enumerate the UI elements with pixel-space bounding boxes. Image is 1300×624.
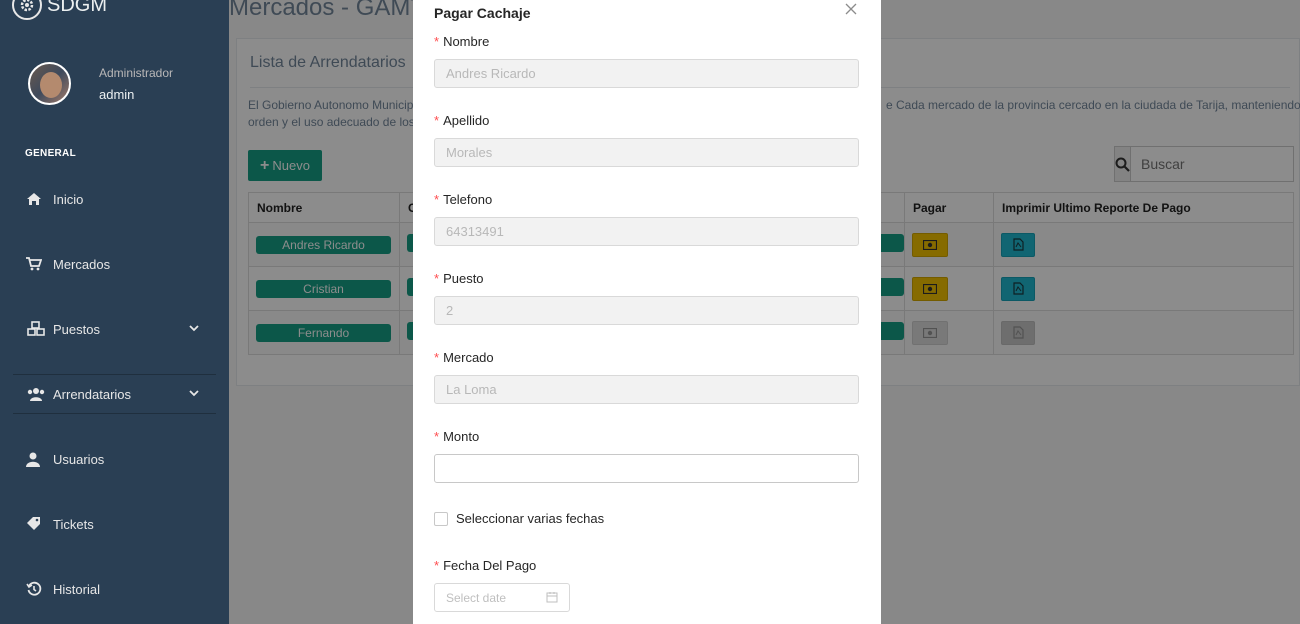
calendar-icon bbox=[546, 591, 558, 606]
label-nombre: * Nombre bbox=[434, 34, 490, 49]
label-apellido: * Apellido bbox=[434, 113, 490, 128]
sidebar-item-label: Mercados bbox=[53, 256, 111, 272]
users-icon bbox=[26, 386, 46, 402]
chevron-down-icon bbox=[189, 323, 199, 335]
label-telefono: * Telefono bbox=[434, 192, 493, 207]
sidebar-item-puestos[interactable]: Puestos bbox=[0, 309, 229, 349]
menu-section-title: GENERAL bbox=[25, 148, 76, 159]
sidebar-item-label: Tickets bbox=[53, 516, 94, 532]
sidebar-item-label: Inicio bbox=[53, 191, 84, 207]
multi-date-option[interactable]: Seleccionar varias fechas bbox=[434, 511, 604, 526]
tag-icon bbox=[26, 516, 46, 532]
apellido-field[interactable]: Morales bbox=[434, 138, 859, 167]
date-placeholder: Select date bbox=[446, 590, 507, 605]
chevron-down-icon bbox=[189, 388, 199, 400]
sidebar-item-label: Arrendatarios bbox=[53, 386, 132, 402]
user-icon bbox=[26, 451, 46, 467]
sidebar-item-tickets[interactable]: Tickets bbox=[0, 504, 229, 544]
label-fecha-pago: * Fecha Del Pago bbox=[434, 558, 537, 573]
profile-name: admin bbox=[99, 86, 135, 102]
sidebar-item-usuarios[interactable]: Usuarios bbox=[0, 439, 229, 479]
monto-field[interactable] bbox=[434, 454, 859, 483]
checkbox-label: Seleccionar varias fechas bbox=[456, 511, 605, 526]
profile-role: Administrador bbox=[99, 65, 174, 80]
date-picker[interactable]: Select date bbox=[434, 583, 570, 612]
label-mercado: * Mercado bbox=[434, 350, 494, 365]
brand-title: SDGM bbox=[47, 0, 107, 16]
cart-icon bbox=[26, 256, 46, 272]
sidebar-item-historial[interactable]: Historial bbox=[0, 569, 229, 609]
history-icon bbox=[26, 581, 46, 597]
sidebar-item-arrendatarios[interactable]: Arrendatarios bbox=[13, 374, 216, 414]
multi-date-checkbox[interactable] bbox=[434, 511, 448, 526]
home-icon bbox=[26, 191, 46, 207]
brand[interactable]: SDGM bbox=[0, 0, 229, 30]
label-puesto: * Puesto bbox=[434, 271, 484, 286]
pay-modal: Pagar Cachaje * Nombre Andres Ricardo * Ap… bbox=[413, 0, 881, 624]
gear-logo-icon bbox=[12, 0, 42, 20]
sidebar-item-label: Usuarios bbox=[53, 451, 105, 467]
avatar bbox=[28, 62, 71, 105]
user-profile: Administrador admin bbox=[28, 62, 173, 105]
label-monto: * Monto bbox=[434, 429, 480, 444]
sidebar-item-inicio[interactable]: Inicio bbox=[0, 179, 229, 219]
close-icon[interactable] bbox=[843, 0, 859, 18]
sidebar-item-label: Historial bbox=[53, 581, 100, 597]
cubes-icon bbox=[26, 321, 46, 337]
sidebar-item-mercados[interactable]: Mercados bbox=[0, 244, 229, 284]
puesto-field[interactable]: 2 bbox=[434, 296, 859, 325]
sidebar-item-label: Puestos bbox=[53, 321, 100, 337]
nombre-field[interactable]: Andres Ricardo bbox=[434, 59, 859, 88]
modal-title: Pagar Cachaje bbox=[434, 5, 531, 21]
mercado-field[interactable]: La Loma bbox=[434, 375, 859, 404]
sidebar: SDGM Administrador admin GENERAL Inicio … bbox=[0, 0, 229, 624]
telefono-field[interactable]: 64313491 bbox=[434, 217, 859, 246]
